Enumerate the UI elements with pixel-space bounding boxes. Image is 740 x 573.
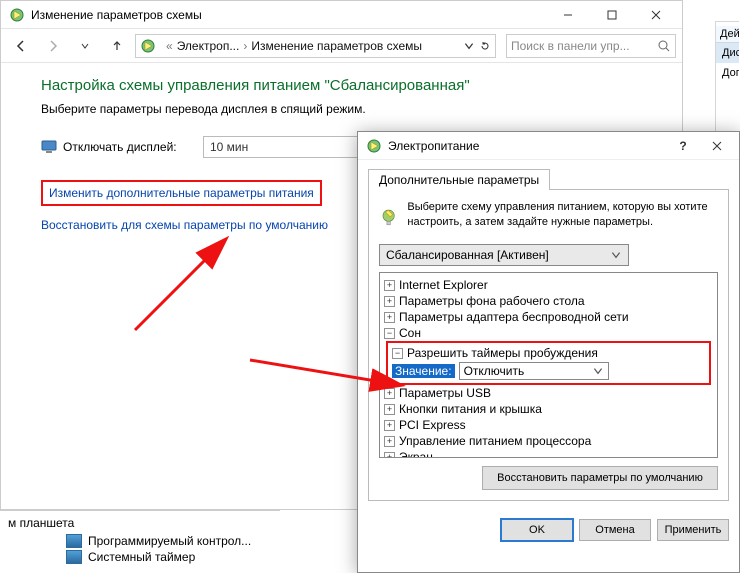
- forward-button[interactable]: [39, 32, 67, 60]
- address-bar[interactable]: « Электроп... › Изменение параметров схе…: [135, 34, 496, 58]
- window-title: Изменение параметров схемы: [31, 8, 546, 22]
- search-input[interactable]: Поиск в панели упр...: [506, 34, 676, 58]
- chevron-down-icon: [610, 249, 622, 261]
- tablet-caption: м планшета: [0, 510, 280, 534]
- tab-advanced[interactable]: Дополнительные параметры: [368, 169, 550, 190]
- dropdown-icon[interactable]: [463, 40, 475, 52]
- power-icon: [140, 38, 156, 54]
- search-icon: [657, 39, 671, 53]
- task-row-1[interactable]: Программируемый контрол...: [66, 534, 251, 548]
- device-icon: [66, 534, 82, 548]
- actions-header: Действия: [716, 26, 739, 43]
- close-button[interactable]: [699, 132, 735, 160]
- restore-default-link[interactable]: Восстановить для схемы параметры по умол…: [41, 218, 328, 232]
- tree-node[interactable]: +PCI Express: [384, 417, 713, 433]
- power-icon: [9, 7, 25, 23]
- expand-icon[interactable]: +: [384, 452, 395, 459]
- tree-node[interactable]: +Параметры адаптера беспроводной сети: [384, 309, 713, 325]
- page-title: Настройка схемы управления питанием "Сба…: [41, 77, 662, 94]
- expand-icon[interactable]: +: [384, 312, 395, 323]
- task-row-2[interactable]: Системный таймер: [66, 550, 251, 564]
- dialog-button-row: OK Отмена Применить: [358, 511, 739, 549]
- expand-icon[interactable]: +: [384, 404, 395, 415]
- tree-node[interactable]: +Кнопки питания и крышка: [384, 401, 713, 417]
- tree-node-sleep[interactable]: −Сон: [384, 325, 713, 341]
- restore-defaults-button[interactable]: Восстановить параметры по умолчанию: [482, 466, 718, 490]
- toolbar: « Электроп... › Изменение параметров схе…: [1, 29, 682, 63]
- up-button[interactable]: [103, 32, 131, 60]
- apply-button[interactable]: Применить: [657, 519, 729, 541]
- expand-icon[interactable]: +: [384, 280, 395, 291]
- power-options-dialog: Электропитание ? Дополнительные параметр…: [357, 131, 740, 573]
- help-button[interactable]: ?: [667, 139, 699, 153]
- recent-dropdown-button[interactable]: [71, 32, 99, 60]
- breadcrumb-2[interactable]: Изменение параметров схемы: [251, 39, 422, 53]
- tree-node[interactable]: +Параметры фона рабочего стола: [384, 293, 713, 309]
- tree-node[interactable]: +Параметры USB: [384, 385, 713, 401]
- chevron-right-icon: ›: [243, 39, 247, 53]
- expand-icon[interactable]: +: [384, 296, 395, 307]
- maximize-button[interactable]: [590, 1, 634, 29]
- chevron-down-icon: [592, 365, 604, 377]
- tree-node[interactable]: +Internet Explorer: [384, 277, 713, 293]
- cancel-button[interactable]: Отмена: [579, 519, 651, 541]
- dialog-titlebar: Электропитание ?: [358, 132, 739, 160]
- tree-node-wake-timers[interactable]: −Разрешить таймеры пробуждения: [392, 345, 705, 361]
- wake-timers-value-row[interactable]: Значение: Отключить: [392, 361, 705, 381]
- expand-icon[interactable]: +: [384, 388, 395, 399]
- plan-value: Сбалансированная [Активен]: [386, 248, 549, 262]
- expand-icon[interactable]: +: [384, 436, 395, 447]
- chevron-left-icon: «: [166, 39, 173, 53]
- refresh-icon[interactable]: [479, 40, 491, 52]
- tree-node[interactable]: +Управление питанием процессора: [384, 433, 713, 449]
- page-subtext: Выберите параметры перевода дисплея в сп…: [41, 102, 662, 116]
- actions-item-2[interactable]: Доп: [716, 63, 739, 83]
- dialog-intro: Выберите схему управления питанием, кото…: [407, 200, 718, 230]
- device-icon: [66, 550, 82, 564]
- power-icon: [366, 138, 382, 154]
- expand-icon[interactable]: +: [384, 420, 395, 431]
- highlight-frame: −Разрешить таймеры пробуждения Значение:…: [386, 341, 711, 385]
- task-list: Программируемый контрол... Системный тай…: [66, 534, 251, 564]
- display-off-label: Отключать дисплей:: [41, 139, 181, 155]
- minimize-button[interactable]: [546, 1, 590, 29]
- monitor-icon: [41, 139, 57, 155]
- plan-dropdown[interactable]: Сбалансированная [Активен]: [379, 244, 629, 266]
- ok-button[interactable]: OK: [501, 519, 573, 541]
- settings-tree[interactable]: +Internet Explorer +Параметры фона рабоч…: [379, 272, 718, 458]
- display-off-value: 10 мин: [210, 140, 248, 154]
- dialog-title: Электропитание: [388, 139, 667, 153]
- back-button[interactable]: [7, 32, 35, 60]
- close-button[interactable]: [634, 1, 678, 29]
- breadcrumb-1[interactable]: Электроп...: [177, 39, 240, 53]
- value-dropdown[interactable]: Отключить: [459, 362, 609, 380]
- search-placeholder: Поиск в панели упр...: [511, 39, 651, 53]
- collapse-icon[interactable]: −: [392, 348, 403, 359]
- bulb-icon: [379, 200, 399, 236]
- value-label: Значение:: [392, 364, 455, 378]
- advanced-settings-link[interactable]: Изменить дополнительные параметры питани…: [41, 180, 322, 206]
- actions-item-1[interactable]: Диспетч: [716, 43, 739, 63]
- actions-panel: Действия Диспетч Доп: [715, 21, 739, 141]
- titlebar: Изменение параметров схемы: [1, 1, 682, 29]
- tab-panel: Выберите схему управления питанием, кото…: [368, 189, 729, 501]
- collapse-icon[interactable]: −: [384, 328, 395, 339]
- tree-node[interactable]: +Экран: [384, 449, 713, 458]
